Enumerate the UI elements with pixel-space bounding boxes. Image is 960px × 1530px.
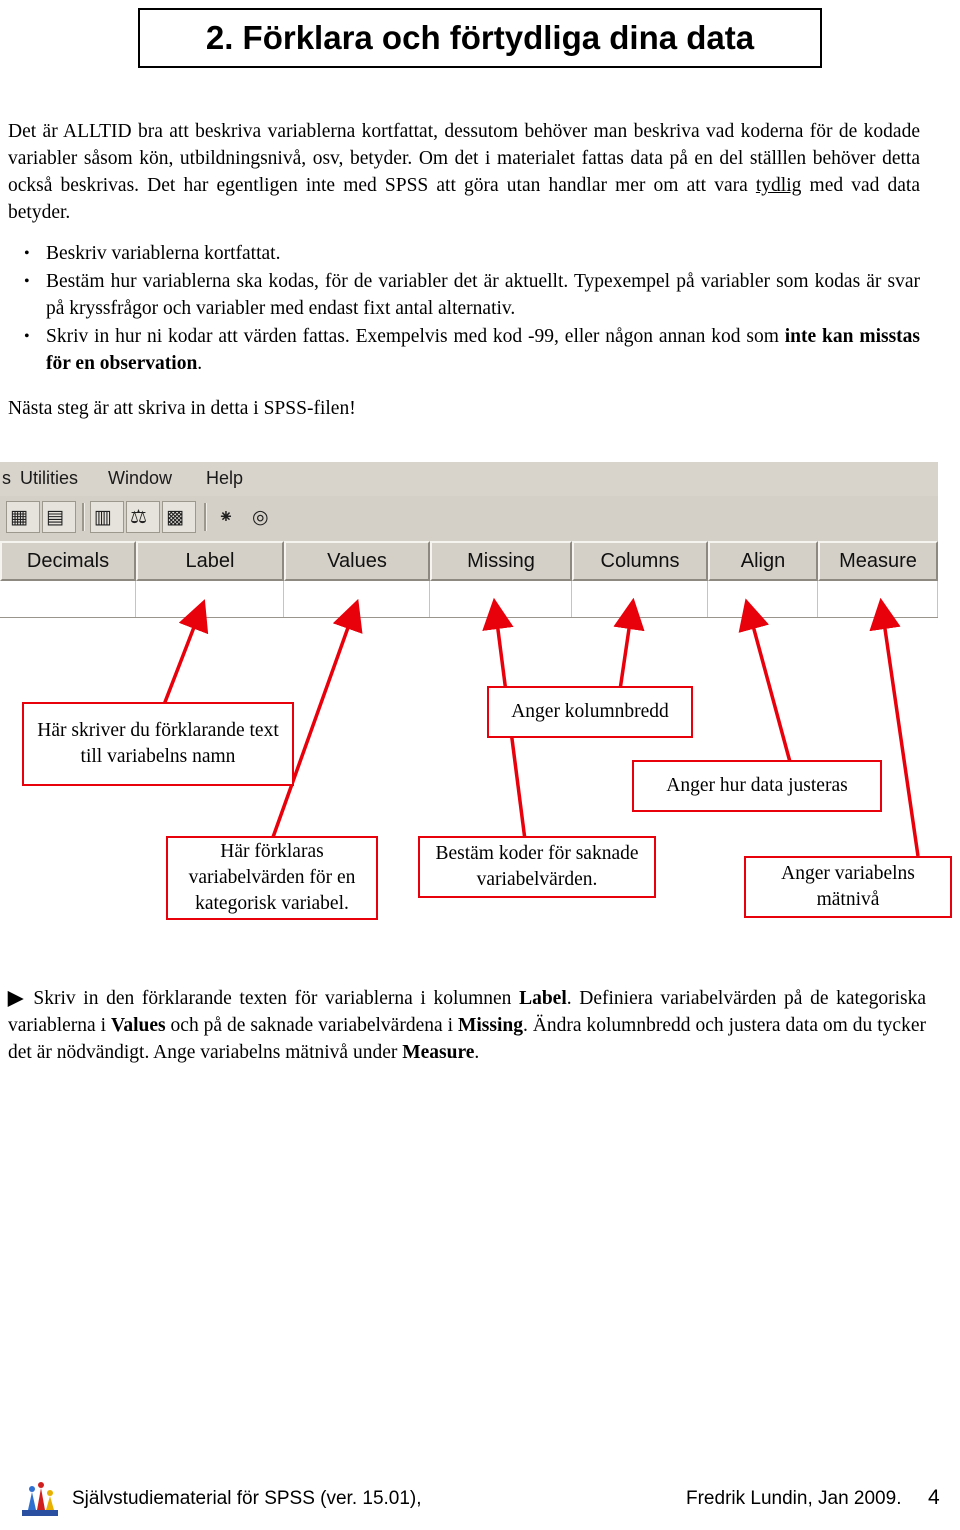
column-header-decimals[interactable]: Decimals	[0, 541, 136, 581]
column-header-columns[interactable]: Columns	[572, 541, 708, 581]
value-labels-glyph: ⁕	[218, 506, 234, 528]
list-item: • Beskriv variablerna kortfattat.	[8, 240, 920, 267]
grid-cell[interactable]	[136, 581, 284, 617]
callout-measure: Anger variabelns mätnivå	[744, 856, 952, 918]
bullet-dot-icon: •	[24, 328, 30, 345]
spss-menubar: s Utilities Window Help	[0, 462, 938, 497]
list-item-text: Bestäm hur variablerna ska kodas, för de…	[46, 271, 920, 319]
grid-cell[interactable]	[708, 581, 818, 617]
callout-align: Anger hur data justeras	[632, 760, 882, 812]
menu-item-partial[interactable]: s	[2, 468, 11, 489]
callout-label: Här skriver du förklarande text till var…	[22, 702, 294, 786]
split-file-glyph: ▥	[94, 506, 112, 528]
weight-cases-glyph: ⚖	[130, 506, 148, 528]
spss-column-headers: Decimals Label Values Missing Columns Al…	[0, 541, 938, 581]
grid-cell[interactable]	[430, 581, 572, 617]
select-cases-glyph: ▩	[166, 506, 184, 528]
list-item-text: Skriv in hur ni kodar att värden fattas.…	[46, 326, 920, 374]
spss-screenshot: s Utilities Window Help ▦ ▤ ▥ ⚖ ▩ ⁕ ◎ De…	[0, 462, 938, 618]
page-title: 2. Förklara och förtydliga dina data	[205, 19, 755, 56]
callout-missing: Bestäm koder för saknade variabelvärden.	[418, 836, 656, 898]
next-step-paragraph: Nästa steg är att skriva in detta i SPSS…	[8, 398, 356, 419]
weight-cases-icon[interactable]: ⚖	[126, 501, 160, 533]
grid-cell[interactable]	[284, 581, 430, 617]
list-item-text: Beskriv variablerna kortfattat.	[46, 243, 281, 264]
select-cases-icon[interactable]: ▩	[162, 501, 196, 533]
insert-case-glyph: ▤	[46, 506, 64, 528]
column-header-values[interactable]: Values	[284, 541, 430, 581]
spss-toolbar: ▦ ▤ ▥ ⚖ ▩ ⁕ ◎	[0, 496, 938, 542]
list-item: • Skriv in hur ni kodar att värden fatta…	[8, 323, 920, 377]
insert-variable-glyph: ▦	[10, 506, 28, 528]
menu-item-help[interactable]: Help	[206, 468, 243, 489]
footer-left-text: Självstudiematerial för SPSS (ver. 15.01…	[72, 1488, 422, 1509]
title-box: 2. Förklara och förtydliga dina data	[138, 8, 822, 68]
use-sets-glyph: ◎	[252, 506, 269, 528]
toolbar-separator	[204, 503, 207, 531]
intro-paragraph: Det är ALLTID bra att beskriva variabler…	[8, 121, 920, 223]
value-labels-icon[interactable]: ⁕	[214, 501, 248, 533]
insert-variable-icon[interactable]: ▦	[6, 501, 40, 533]
column-header-label[interactable]: Label	[136, 541, 284, 581]
bullet-list: • Beskriv variablerna kortfattat. • Best…	[8, 240, 920, 378]
insert-case-icon[interactable]: ▤	[42, 501, 76, 533]
footer-page-number: 4	[928, 1486, 940, 1509]
page-footer: Självstudiematerial för SPSS (ver. 15.01…	[0, 1476, 960, 1530]
grid-cell[interactable]	[572, 581, 708, 617]
callout-columns: Anger kolumnbredd	[487, 686, 693, 738]
split-file-icon[interactable]: ▥	[90, 501, 124, 533]
menu-item-utilities[interactable]: Utilities	[20, 468, 78, 489]
toolbar-separator	[82, 503, 85, 531]
grid-cell[interactable]	[0, 581, 136, 617]
footer-right-text: Fredrik Lundin, Jan 2009.	[686, 1488, 902, 1509]
spss-grid-row	[0, 581, 938, 617]
list-item: • Bestäm hur variablerna ska kodas, för …	[8, 268, 920, 322]
callout-values: Här förklaras variabelvärden för en kate…	[166, 836, 378, 920]
footer-logo-icon	[22, 1482, 58, 1516]
grid-cell[interactable]	[818, 581, 938, 617]
column-header-align[interactable]: Align	[708, 541, 818, 581]
use-sets-icon[interactable]: ◎	[248, 501, 282, 533]
bullet-dot-icon: •	[24, 273, 30, 290]
document-page: 2. Förklara och förtydliga dina data Det…	[0, 0, 960, 1530]
bullet-dot-icon: •	[24, 245, 30, 262]
instruction-paragraph: ▶ Skriv in den förklarande texten för va…	[8, 988, 926, 1063]
menu-item-window[interactable]: Window	[108, 468, 172, 489]
column-header-missing[interactable]: Missing	[430, 541, 572, 581]
column-header-measure[interactable]: Measure	[818, 541, 938, 581]
